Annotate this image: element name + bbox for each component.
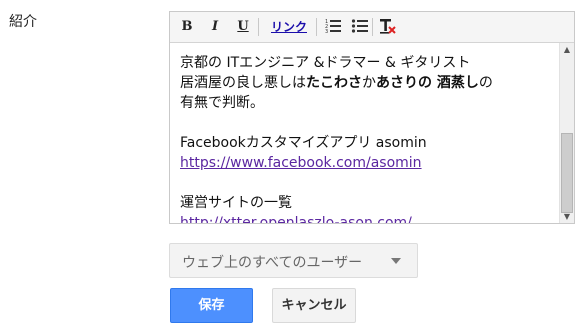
- link-button[interactable]: リンク: [267, 17, 311, 37]
- visibility-selected: ウェブ上のすべてのユーザー: [182, 255, 363, 271]
- toolbar-divider: [258, 18, 259, 36]
- underline-button[interactable]: U: [236, 17, 250, 37]
- content-line: 運営サイトの一覧: [180, 195, 292, 211]
- scroll-down-icon[interactable]: ▼: [560, 210, 574, 223]
- visibility-dropdown[interactable]: ウェブ上のすべてのユーザー: [169, 243, 418, 278]
- scrollbar-thumb[interactable]: [561, 133, 573, 213]
- editor-content[interactable]: 京都の ITエンジニア &ドラマー & ギタリスト 居酒屋の良し悪しはたこわさか…: [180, 53, 550, 223]
- cancel-button[interactable]: キャンセル: [272, 288, 356, 323]
- content-line: 京都の ITエンジニア &ドラマー & ギタリスト: [180, 55, 471, 71]
- scroll-up-icon[interactable]: ▲: [560, 43, 574, 56]
- facebook-link[interactable]: https://www.facebook.com/asomin: [180, 155, 422, 171]
- content-link[interactable]: http://xtter.openlaszlo-ason.com/: [180, 213, 550, 223]
- save-button[interactable]: 保存: [170, 288, 253, 323]
- rich-text-editor[interactable]: B I U リンク 1 2 3 京都の ITエンジニア &ドラマー & ギタリス…: [169, 11, 575, 224]
- content-line: 有無で判断。: [180, 95, 264, 111]
- field-label-introduction: 紹介: [9, 14, 37, 30]
- content-link[interactable]: https://www.facebook.com/asomin: [180, 153, 550, 173]
- toolbar-divider: [372, 18, 373, 36]
- content-line: 居酒屋の良し悪しはたこわさかあさりの 酒蒸しの: [180, 75, 493, 91]
- toolbar-divider: [316, 18, 317, 36]
- remove-formatting-icon[interactable]: [378, 17, 396, 37]
- editor-scrollbar[interactable]: ▲ ▼: [559, 43, 574, 223]
- editor-toolbar: B I U リンク 1 2 3: [170, 12, 574, 43]
- svg-text:3: 3: [325, 29, 328, 35]
- numbered-list-icon[interactable]: 1 2 3: [324, 17, 342, 37]
- site-link[interactable]: http://xtter.openlaszlo-ason.com/: [180, 215, 412, 223]
- bullet-list-icon[interactable]: [351, 17, 369, 37]
- chevron-down-icon: [391, 258, 401, 264]
- italic-button[interactable]: I: [208, 17, 222, 37]
- bold-button[interactable]: B: [180, 17, 194, 37]
- content-line: Facebookカスタマイズアプリ asomin: [180, 135, 427, 151]
